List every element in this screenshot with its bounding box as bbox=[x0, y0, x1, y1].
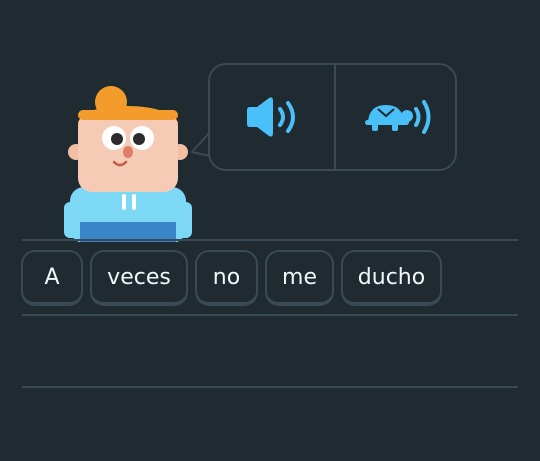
speech-bubble bbox=[208, 63, 457, 171]
answer-line-2 bbox=[22, 314, 518, 316]
character-illustration bbox=[64, 86, 192, 242]
play-audio-button[interactable] bbox=[210, 65, 334, 169]
word-tile-row: A veces no me ducho bbox=[21, 250, 442, 306]
word-tile[interactable]: veces bbox=[90, 250, 188, 306]
turtle-speaker-icon bbox=[365, 100, 431, 134]
word-tile[interactable]: A bbox=[21, 250, 83, 306]
exercise-screen: A veces no me ducho bbox=[0, 0, 540, 461]
word-tile[interactable]: me bbox=[265, 250, 334, 306]
answer-line-3 bbox=[22, 386, 518, 388]
word-tile[interactable]: no bbox=[195, 250, 258, 306]
answer-line-1 bbox=[22, 239, 518, 241]
play-slow-audio-button[interactable] bbox=[336, 65, 460, 169]
speaker-icon bbox=[247, 97, 295, 137]
word-tile[interactable]: ducho bbox=[341, 250, 442, 306]
